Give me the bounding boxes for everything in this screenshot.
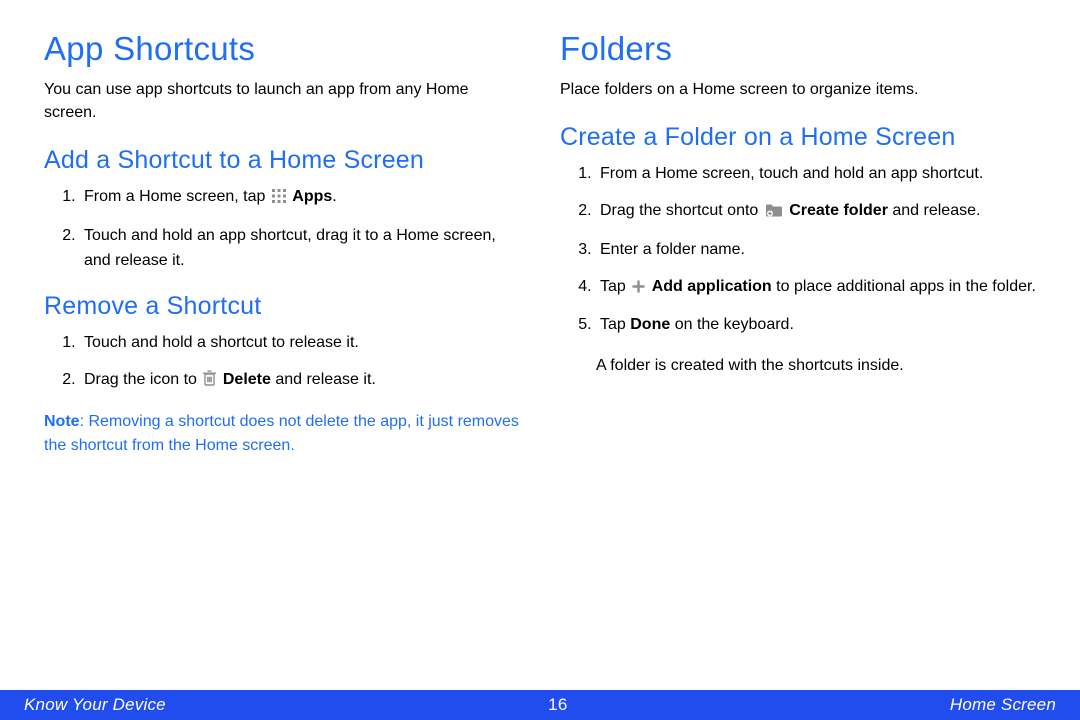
create-folder-closing: A folder is created with the shortcuts i… [560, 354, 1036, 379]
folders-lead: Place folders on a Home screen to organi… [560, 78, 1036, 101]
footer-page-number: 16 [548, 695, 567, 715]
create-folder-steps: From a Home screen, touch and hold an ap… [560, 162, 1036, 338]
trash-icon [203, 370, 216, 395]
add-shortcut-step-1: From a Home screen, tap Apps. [80, 185, 520, 212]
heading-remove-shortcut: Remove a Shortcut [44, 292, 520, 321]
add-shortcut-steps: From a Home screen, tap Apps. Touch and … [44, 185, 520, 273]
left-column: App Shortcuts You can use app shortcuts … [44, 30, 520, 458]
create-folder-step-5: Tap Done on the keyboard. [596, 313, 1036, 338]
create-folder-step-3: Enter a folder name. [596, 238, 1036, 263]
remove-shortcut-step-1: Touch and hold a shortcut to release it. [80, 331, 520, 356]
heading-app-shortcuts: App Shortcuts [44, 30, 520, 68]
heading-add-shortcut: Add a Shortcut to a Home Screen [44, 146, 520, 175]
remove-shortcut-note: Note: Removing a shortcut does not delet… [44, 410, 520, 458]
remove-shortcut-step-2: Drag the icon to Delete and release it. [80, 368, 520, 395]
heading-create-folder: Create a Folder on a Home Screen [560, 123, 1036, 152]
create-folder-icon [765, 201, 783, 226]
plus-icon [632, 277, 645, 302]
right-column: Folders Place folders on a Home screen t… [560, 30, 1036, 458]
apps-grid-icon [272, 187, 286, 212]
heading-folders: Folders [560, 30, 1036, 68]
footer-right: Home Screen [950, 695, 1056, 715]
footer-left: Know Your Device [24, 695, 166, 715]
remove-shortcut-steps: Touch and hold a shortcut to release it.… [44, 331, 520, 395]
add-shortcut-step-2: Touch and hold an app shortcut, drag it … [80, 224, 520, 274]
create-folder-step-1: From a Home screen, touch and hold an ap… [596, 162, 1036, 187]
app-shortcuts-lead: You can use app shortcuts to launch an a… [44, 78, 520, 124]
create-folder-step-2: Drag the shortcut onto Create folder and… [596, 199, 1036, 226]
page-footer: Know Your Device 16 Home Screen [0, 690, 1080, 720]
create-folder-step-4: Tap Add application to place additional … [596, 275, 1036, 302]
